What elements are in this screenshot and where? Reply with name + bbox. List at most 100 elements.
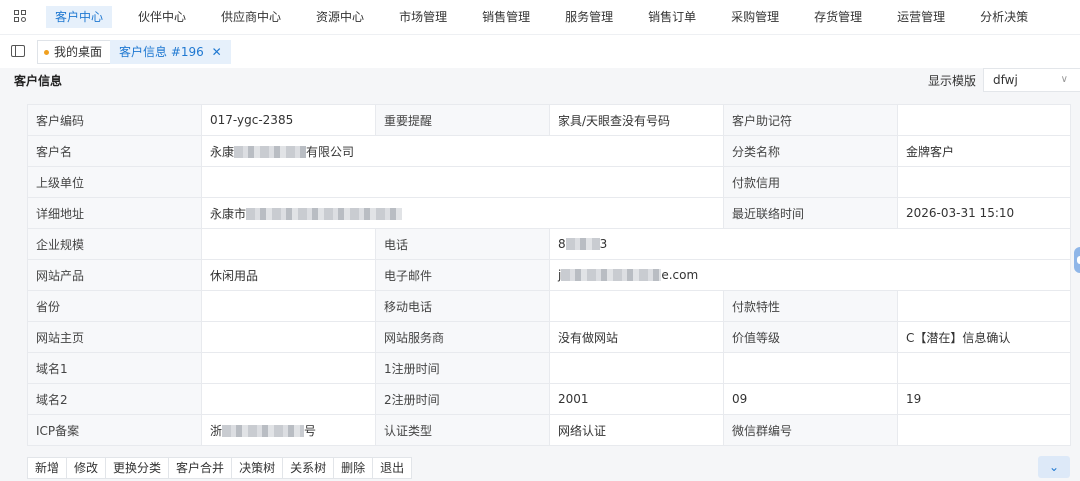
field-label: 2注册时间 — [375, 383, 550, 415]
main-menu: 客户中心 伙伴中心 供应商中心 资源中心 市场管理 销售管理 服务管理 销售订单… — [46, 6, 1054, 28]
menu-item-purchasing[interactable]: 采购管理 — [722, 6, 788, 28]
reg1-value — [549, 352, 724, 384]
table-row: 网站主页 网站服务商 没有做网站 价值等级 C【潜在】信息确认 — [27, 321, 1071, 353]
side-scroll-handle[interactable] — [1074, 247, 1080, 273]
menu-item-sales-orders[interactable]: 销售订单 — [639, 6, 705, 28]
email-value: j e.com — [549, 259, 1071, 291]
merge-customer-button[interactable]: 客户合并 — [168, 457, 233, 479]
icp-prefix: 浙 — [210, 423, 223, 438]
homepage-value — [201, 321, 376, 353]
template-value: dfwj — [993, 73, 1018, 87]
field-label: 认证类型 — [375, 414, 550, 446]
payment-credit-value — [897, 166, 1071, 198]
redacted-blur — [561, 269, 662, 281]
tab-customer-info[interactable]: 客户信息 #196 ✕ — [110, 40, 231, 64]
field-label: 客户助记符 — [723, 104, 898, 136]
action-bar: 新增 修改 更换分类 客户合并 决策树 关系树 删除 退出 — [27, 457, 413, 479]
unsaved-dot-icon — [44, 50, 49, 55]
tab-my-desktop[interactable]: 我的桌面 — [37, 40, 112, 64]
menu-item-partner-center[interactable]: 伙伴中心 — [129, 6, 195, 28]
tab-bar: 我的桌面 客户信息 #196 ✕ — [0, 34, 1080, 68]
field-label: 网站产品 — [27, 259, 202, 291]
menu-item-inventory[interactable]: 存货管理 — [805, 6, 871, 28]
address-value: 永康市 — [201, 197, 724, 229]
reg1-month — [723, 352, 898, 384]
field-label: 最近联络时间 — [723, 197, 898, 229]
field-label: 域名1 — [27, 352, 202, 384]
table-row: 上级单位 付款信用 — [27, 166, 1071, 198]
name-prefix: 永康 — [210, 144, 235, 159]
menu-item-customer-center[interactable]: 客户中心 — [46, 6, 113, 28]
mnemonic-value — [897, 104, 1071, 136]
table-row: 域名2 2注册时间 2001 09 19 — [27, 383, 1071, 415]
redacted-blur — [222, 424, 305, 437]
field-label: 付款特性 — [723, 290, 898, 322]
table-row: 企业规模 电话 83 — [27, 228, 1071, 260]
apps-grid-icon[interactable] — [14, 10, 28, 24]
table-row: ICP备案 浙号 认证类型 网络认证 微信群编号 — [27, 414, 1071, 446]
field-label: 电子邮件 — [375, 259, 550, 291]
icp-value: 浙号 — [201, 414, 376, 446]
menu-item-supplier-center[interactable]: 供应商中心 — [212, 6, 290, 28]
exit-button[interactable]: 退出 — [372, 457, 413, 479]
menu-item-analytics[interactable]: 分析决策 — [971, 6, 1037, 28]
phone-prefix: 8 — [558, 237, 566, 251]
field-label: 企业规模 — [27, 228, 202, 260]
name-suffix: 有限公司 — [306, 144, 355, 159]
sidebar-toggle-icon[interactable] — [11, 45, 25, 57]
menu-item-marketing[interactable]: 市场管理 — [390, 6, 456, 28]
field-label: 客户编码 — [27, 104, 202, 136]
field-label: ICP备案 — [27, 414, 202, 446]
phone-suffix: 3 — [599, 237, 608, 251]
menu-item-resource-center[interactable]: 资源中心 — [307, 6, 373, 28]
product-value: 休闲用品 — [201, 259, 376, 291]
field-label: 详细地址 — [27, 197, 202, 229]
chevron-down-icon: ∨ — [1060, 74, 1068, 85]
table-row: 网站产品 休闲用品 电子邮件 j e.com — [27, 259, 1071, 291]
menu-item-sales[interactable]: 销售管理 — [473, 6, 539, 28]
menu-item-service[interactable]: 服务管理 — [556, 6, 622, 28]
field-label: 客户名 — [27, 135, 202, 167]
decision-tree-button[interactable]: 决策树 — [231, 457, 284, 479]
field-label: 移动电话 — [375, 290, 550, 322]
redacted-blur — [234, 145, 307, 158]
field-label: 网站主页 — [27, 321, 202, 353]
reg2-month: 09 — [723, 383, 898, 415]
change-category-button[interactable]: 更换分类 — [105, 457, 170, 479]
field-label: 价值等级 — [723, 321, 898, 353]
redacted-blur — [565, 238, 600, 250]
icp-suffix: 号 — [304, 423, 317, 438]
field-label: 微信群编号 — [723, 414, 898, 446]
field-label: 付款信用 — [723, 166, 898, 198]
edit-button[interactable]: 修改 — [66, 457, 107, 479]
cert-type-value: 网络认证 — [549, 414, 724, 446]
last-contact-value: 2026-03-31 15:10 — [897, 197, 1071, 229]
section-header: 客户信息 显示模版 dfwj ∨ — [0, 68, 1080, 96]
delete-button[interactable]: 删除 — [333, 457, 374, 479]
value-level-value: C【潜在】信息确认 — [897, 321, 1071, 353]
reminder-value: 家具/天眼查没有号码 — [549, 104, 724, 136]
relation-tree-button[interactable]: 关系树 — [282, 457, 335, 479]
main-content: 客户编码 017-ygc-2385 重要提醒 家具/天眼查没有号码 客户助记符 … — [0, 96, 1080, 481]
table-row: 详细地址 永康市 最近联络时间 2026-03-31 15:10 — [27, 197, 1071, 229]
top-navbar: 客户中心 伙伴中心 供应商中心 资源中心 市场管理 销售管理 服务管理 销售订单… — [0, 0, 1080, 34]
template-select[interactable]: dfwj ∨ — [983, 68, 1080, 92]
address-prefix: 永康市 — [210, 206, 247, 221]
expand-chevron-icon[interactable]: ⌄ — [1038, 456, 1070, 478]
field-label: 省份 — [27, 290, 202, 322]
tab-label: 客户信息 #196 — [119, 45, 204, 59]
reg2-day: 19 — [897, 383, 1071, 415]
phone-value: 83 — [549, 228, 1071, 260]
section-title: 客户信息 — [14, 74, 63, 88]
field-label: 分类名称 — [723, 135, 898, 167]
parent-unit-value — [201, 166, 724, 198]
add-button[interactable]: 新增 — [27, 457, 68, 479]
close-icon[interactable]: ✕ — [212, 45, 222, 59]
reg1-day — [897, 352, 1071, 384]
menu-item-operations[interactable]: 运营管理 — [888, 6, 954, 28]
province-value — [201, 290, 376, 322]
customer-name-value: 永康 有限公司 — [201, 135, 724, 167]
payment-traits-value — [897, 290, 1071, 322]
redacted-blur — [246, 207, 403, 220]
field-label: 网站服务商 — [375, 321, 550, 353]
